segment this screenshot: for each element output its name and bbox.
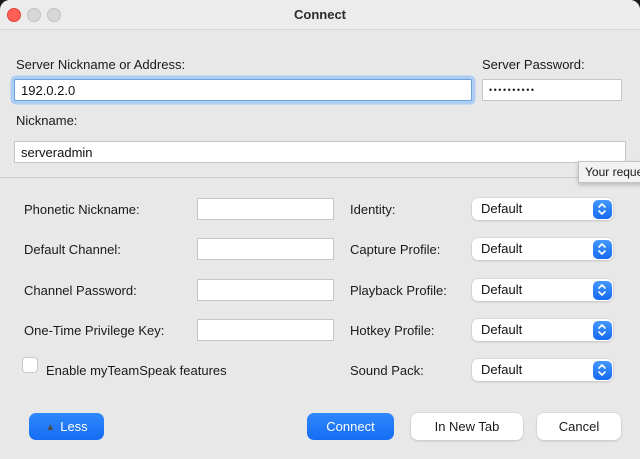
chevron-up-down-icon [593, 321, 612, 340]
window-title: Connect [0, 0, 640, 30]
chevron-up-down-icon [593, 200, 612, 219]
title-bar[interactable]: Connect [0, 0, 640, 30]
privilege-key-label: One-Time Privilege Key: [24, 323, 164, 338]
connect-dialog: Connect Server Nickname or Address: Serv… [0, 0, 640, 459]
capture-profile-label: Capture Profile: [350, 242, 440, 257]
channel-password-input[interactable] [197, 279, 334, 301]
identity-dropdown-value: Default [481, 198, 522, 220]
phonetic-nickname-label: Phonetic Nickname: [24, 202, 140, 217]
triangle-up-icon: ▲ [45, 422, 55, 433]
server-password-label: Server Password: [482, 57, 585, 72]
cancel-button[interactable]: Cancel [537, 413, 621, 440]
default-channel-input[interactable] [197, 238, 334, 260]
playback-profile-label: Playback Profile: [350, 283, 447, 298]
section-divider [0, 177, 640, 178]
hotkey-profile-dropdown[interactable]: Default [472, 319, 613, 341]
playback-profile-dropdown[interactable]: Default [472, 279, 613, 301]
sound-pack-label: Sound Pack: [350, 363, 424, 378]
nickname-label: Nickname: [16, 113, 77, 128]
connect-button[interactable]: Connect [307, 413, 394, 440]
less-button[interactable]: ▲ Less [29, 413, 104, 440]
hotkey-profile-dropdown-value: Default [481, 319, 522, 341]
sound-pack-dropdown-value: Default [481, 359, 522, 381]
less-button-label: Less [60, 419, 87, 434]
chevron-up-down-icon [593, 281, 612, 300]
chevron-up-down-icon [593, 361, 612, 380]
capture-profile-dropdown-value: Default [481, 238, 522, 260]
server-password-input[interactable] [482, 79, 622, 101]
default-channel-label: Default Channel: [24, 242, 121, 257]
server-address-input[interactable] [14, 79, 472, 101]
capture-profile-dropdown[interactable]: Default [472, 238, 613, 260]
myteamspeak-checkbox[interactable] [22, 357, 38, 373]
myteamspeak-checkbox-label[interactable]: Enable myTeamSpeak features [46, 363, 227, 378]
sound-pack-dropdown[interactable]: Default [472, 359, 613, 381]
chevron-up-down-icon [593, 240, 612, 259]
server-address-label: Server Nickname or Address: [16, 57, 185, 72]
phonetic-nickname-input[interactable] [197, 198, 334, 220]
nickname-input[interactable] [14, 141, 626, 163]
channel-password-label: Channel Password: [24, 283, 137, 298]
playback-profile-dropdown-value: Default [481, 279, 522, 301]
in-new-tab-button[interactable]: In New Tab [411, 413, 523, 440]
tooltip: Your reque [578, 161, 640, 183]
hotkey-profile-label: Hotkey Profile: [350, 323, 435, 338]
privilege-key-input[interactable] [197, 319, 334, 341]
identity-label: Identity: [350, 202, 396, 217]
identity-dropdown[interactable]: Default [472, 198, 613, 220]
